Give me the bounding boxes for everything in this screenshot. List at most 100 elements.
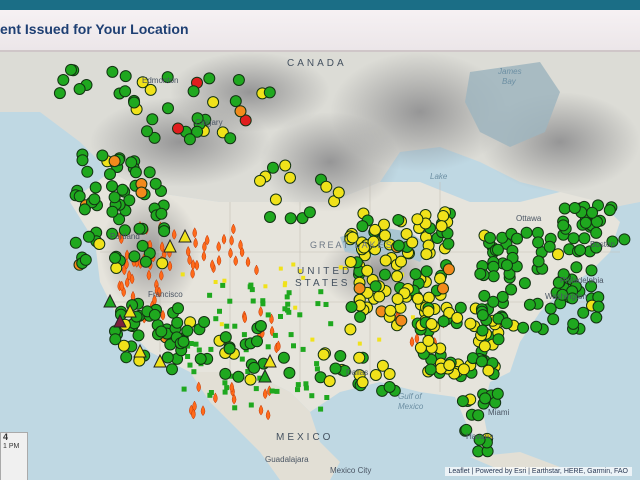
monitor-good-marker[interactable] <box>264 211 276 223</box>
monitor-moderate-marker[interactable] <box>437 210 450 222</box>
monitor-good-marker[interactable] <box>487 295 500 308</box>
monitor-moderate-marker[interactable] <box>361 264 374 277</box>
sensor-square-marker[interactable] <box>224 323 230 329</box>
monitor-good-marker[interactable] <box>263 86 276 99</box>
monitor-good-marker[interactable] <box>219 367 232 380</box>
monitor-good-marker[interactable] <box>475 355 488 368</box>
sensor-square-marker[interactable] <box>213 280 218 284</box>
sensor-square-marker[interactable] <box>185 354 191 359</box>
monitor-good-marker[interactable] <box>119 85 132 98</box>
monitor-good-marker[interactable] <box>303 206 316 219</box>
monitor-good-marker[interactable] <box>383 381 396 393</box>
sensor-square-marker[interactable] <box>193 341 199 347</box>
monitor-moderate-marker[interactable] <box>411 213 424 226</box>
monitor-moderate-marker[interactable] <box>320 180 333 193</box>
monitor-good-marker[interactable] <box>166 363 178 376</box>
monitor-moderate-marker[interactable] <box>110 262 123 274</box>
monitor-good-marker[interactable] <box>229 95 242 108</box>
monitor-good-marker[interactable] <box>570 261 583 274</box>
monitor-good-marker[interactable] <box>109 333 122 346</box>
sensor-square-marker[interactable] <box>180 272 185 277</box>
sensor-square-marker[interactable] <box>227 298 233 304</box>
sensor-square-marker[interactable] <box>213 316 219 322</box>
sensor-square-marker[interactable] <box>207 292 213 298</box>
monitor-good-marker[interactable] <box>88 193 101 206</box>
monitor-good-marker[interactable] <box>567 317 580 330</box>
monitor-good-marker[interactable] <box>557 219 570 232</box>
monitor-good-marker[interactable] <box>155 207 168 220</box>
monitor-good-marker[interactable] <box>120 351 133 364</box>
sensor-square-marker[interactable] <box>260 301 266 307</box>
monitor-good-marker[interactable] <box>568 202 581 214</box>
sensor-square-marker[interactable] <box>220 282 226 288</box>
monitor-good-marker[interactable] <box>409 268 422 281</box>
monitor-good-marker[interactable] <box>523 298 536 311</box>
monitor-good-marker[interactable] <box>574 244 587 257</box>
monitor-usg-marker[interactable] <box>108 155 121 168</box>
monitor-good-marker[interactable] <box>248 361 261 374</box>
monitor-good-marker[interactable] <box>603 204 616 217</box>
monitor-moderate-marker[interactable] <box>451 311 464 324</box>
monitor-good-marker[interactable] <box>172 302 184 315</box>
sensor-square-marker[interactable] <box>288 332 294 338</box>
monitor-unhealthy-marker[interactable] <box>172 122 184 135</box>
sensor-square-marker[interactable] <box>309 393 315 399</box>
monitor-moderate-marker[interactable] <box>383 368 396 380</box>
monitor-good-marker[interactable] <box>232 370 245 383</box>
monitor-good-marker[interactable] <box>472 409 485 422</box>
monitor-good-marker[interactable] <box>183 133 196 146</box>
monitor-usg-marker[interactable] <box>135 186 148 199</box>
monitor-good-marker[interactable] <box>224 132 237 145</box>
monitor-good-marker[interactable] <box>518 277 531 290</box>
monitor-good-marker[interactable] <box>334 350 347 362</box>
monitor-good-marker[interactable] <box>329 362 342 375</box>
sensor-square-marker[interactable] <box>232 405 238 411</box>
monitor-good-marker[interactable] <box>479 392 492 405</box>
sensor-square-marker[interactable] <box>323 302 329 307</box>
sensor-square-marker[interactable] <box>224 385 230 391</box>
monitor-good-marker[interactable] <box>73 190 86 203</box>
monitor-good-marker[interactable] <box>69 236 82 249</box>
monitor-good-marker[interactable] <box>132 329 145 342</box>
sensor-square-marker[interactable] <box>207 392 213 398</box>
monitor-good-marker[interactable] <box>161 351 174 364</box>
monitor-good-marker[interactable] <box>586 206 599 219</box>
monitor-good-marker[interactable] <box>492 333 505 346</box>
sensor-square-marker[interactable] <box>239 356 245 362</box>
monitor-moderate-marker[interactable] <box>478 340 491 353</box>
sensor-square-marker[interactable] <box>295 387 300 393</box>
monitor-good-marker[interactable] <box>501 259 513 272</box>
monitor-good-marker[interactable] <box>81 165 94 178</box>
monitor-good-marker[interactable] <box>65 63 77 76</box>
monitor-moderate-marker[interactable] <box>284 171 296 184</box>
monitor-good-marker[interactable] <box>223 342 236 355</box>
monitor-moderate-marker[interactable] <box>422 305 435 318</box>
sensor-square-marker[interactable] <box>291 262 296 267</box>
monitor-moderate-marker[interactable] <box>369 223 381 236</box>
monitor-good-marker[interactable] <box>577 306 590 319</box>
monitor-moderate-marker[interactable] <box>391 293 404 305</box>
monitor-good-marker[interactable] <box>592 300 605 313</box>
sensor-square-marker[interactable] <box>286 290 292 296</box>
monitor-moderate-marker[interactable] <box>356 376 369 389</box>
sensor-square-marker[interactable] <box>318 406 324 412</box>
sensor-square-marker[interactable] <box>297 312 303 318</box>
monitor-good-marker[interactable] <box>454 301 467 314</box>
monitor-moderate-marker[interactable] <box>269 193 282 206</box>
monitor-good-marker[interactable] <box>136 239 149 252</box>
sensor-square-marker[interactable] <box>196 347 202 353</box>
monitor-moderate-marker[interactable] <box>244 373 257 386</box>
sensor-square-marker[interactable] <box>248 282 254 288</box>
monitor-good-marker[interactable] <box>96 149 109 162</box>
monitor-moderate-marker[interactable] <box>369 369 382 381</box>
sensor-square-marker[interactable] <box>286 309 292 315</box>
sensor-square-marker[interactable] <box>191 369 197 375</box>
monitor-good-marker[interactable] <box>76 154 89 167</box>
monitor-good-marker[interactable] <box>379 268 391 281</box>
monitor-good-marker[interactable] <box>104 168 116 181</box>
sensor-square-marker[interactable] <box>357 341 362 346</box>
monitor-good-marker[interactable] <box>532 255 545 268</box>
monitor-moderate-marker[interactable] <box>412 292 424 305</box>
sensor-square-marker[interactable] <box>217 308 222 314</box>
monitor-usg-marker[interactable] <box>234 105 247 118</box>
